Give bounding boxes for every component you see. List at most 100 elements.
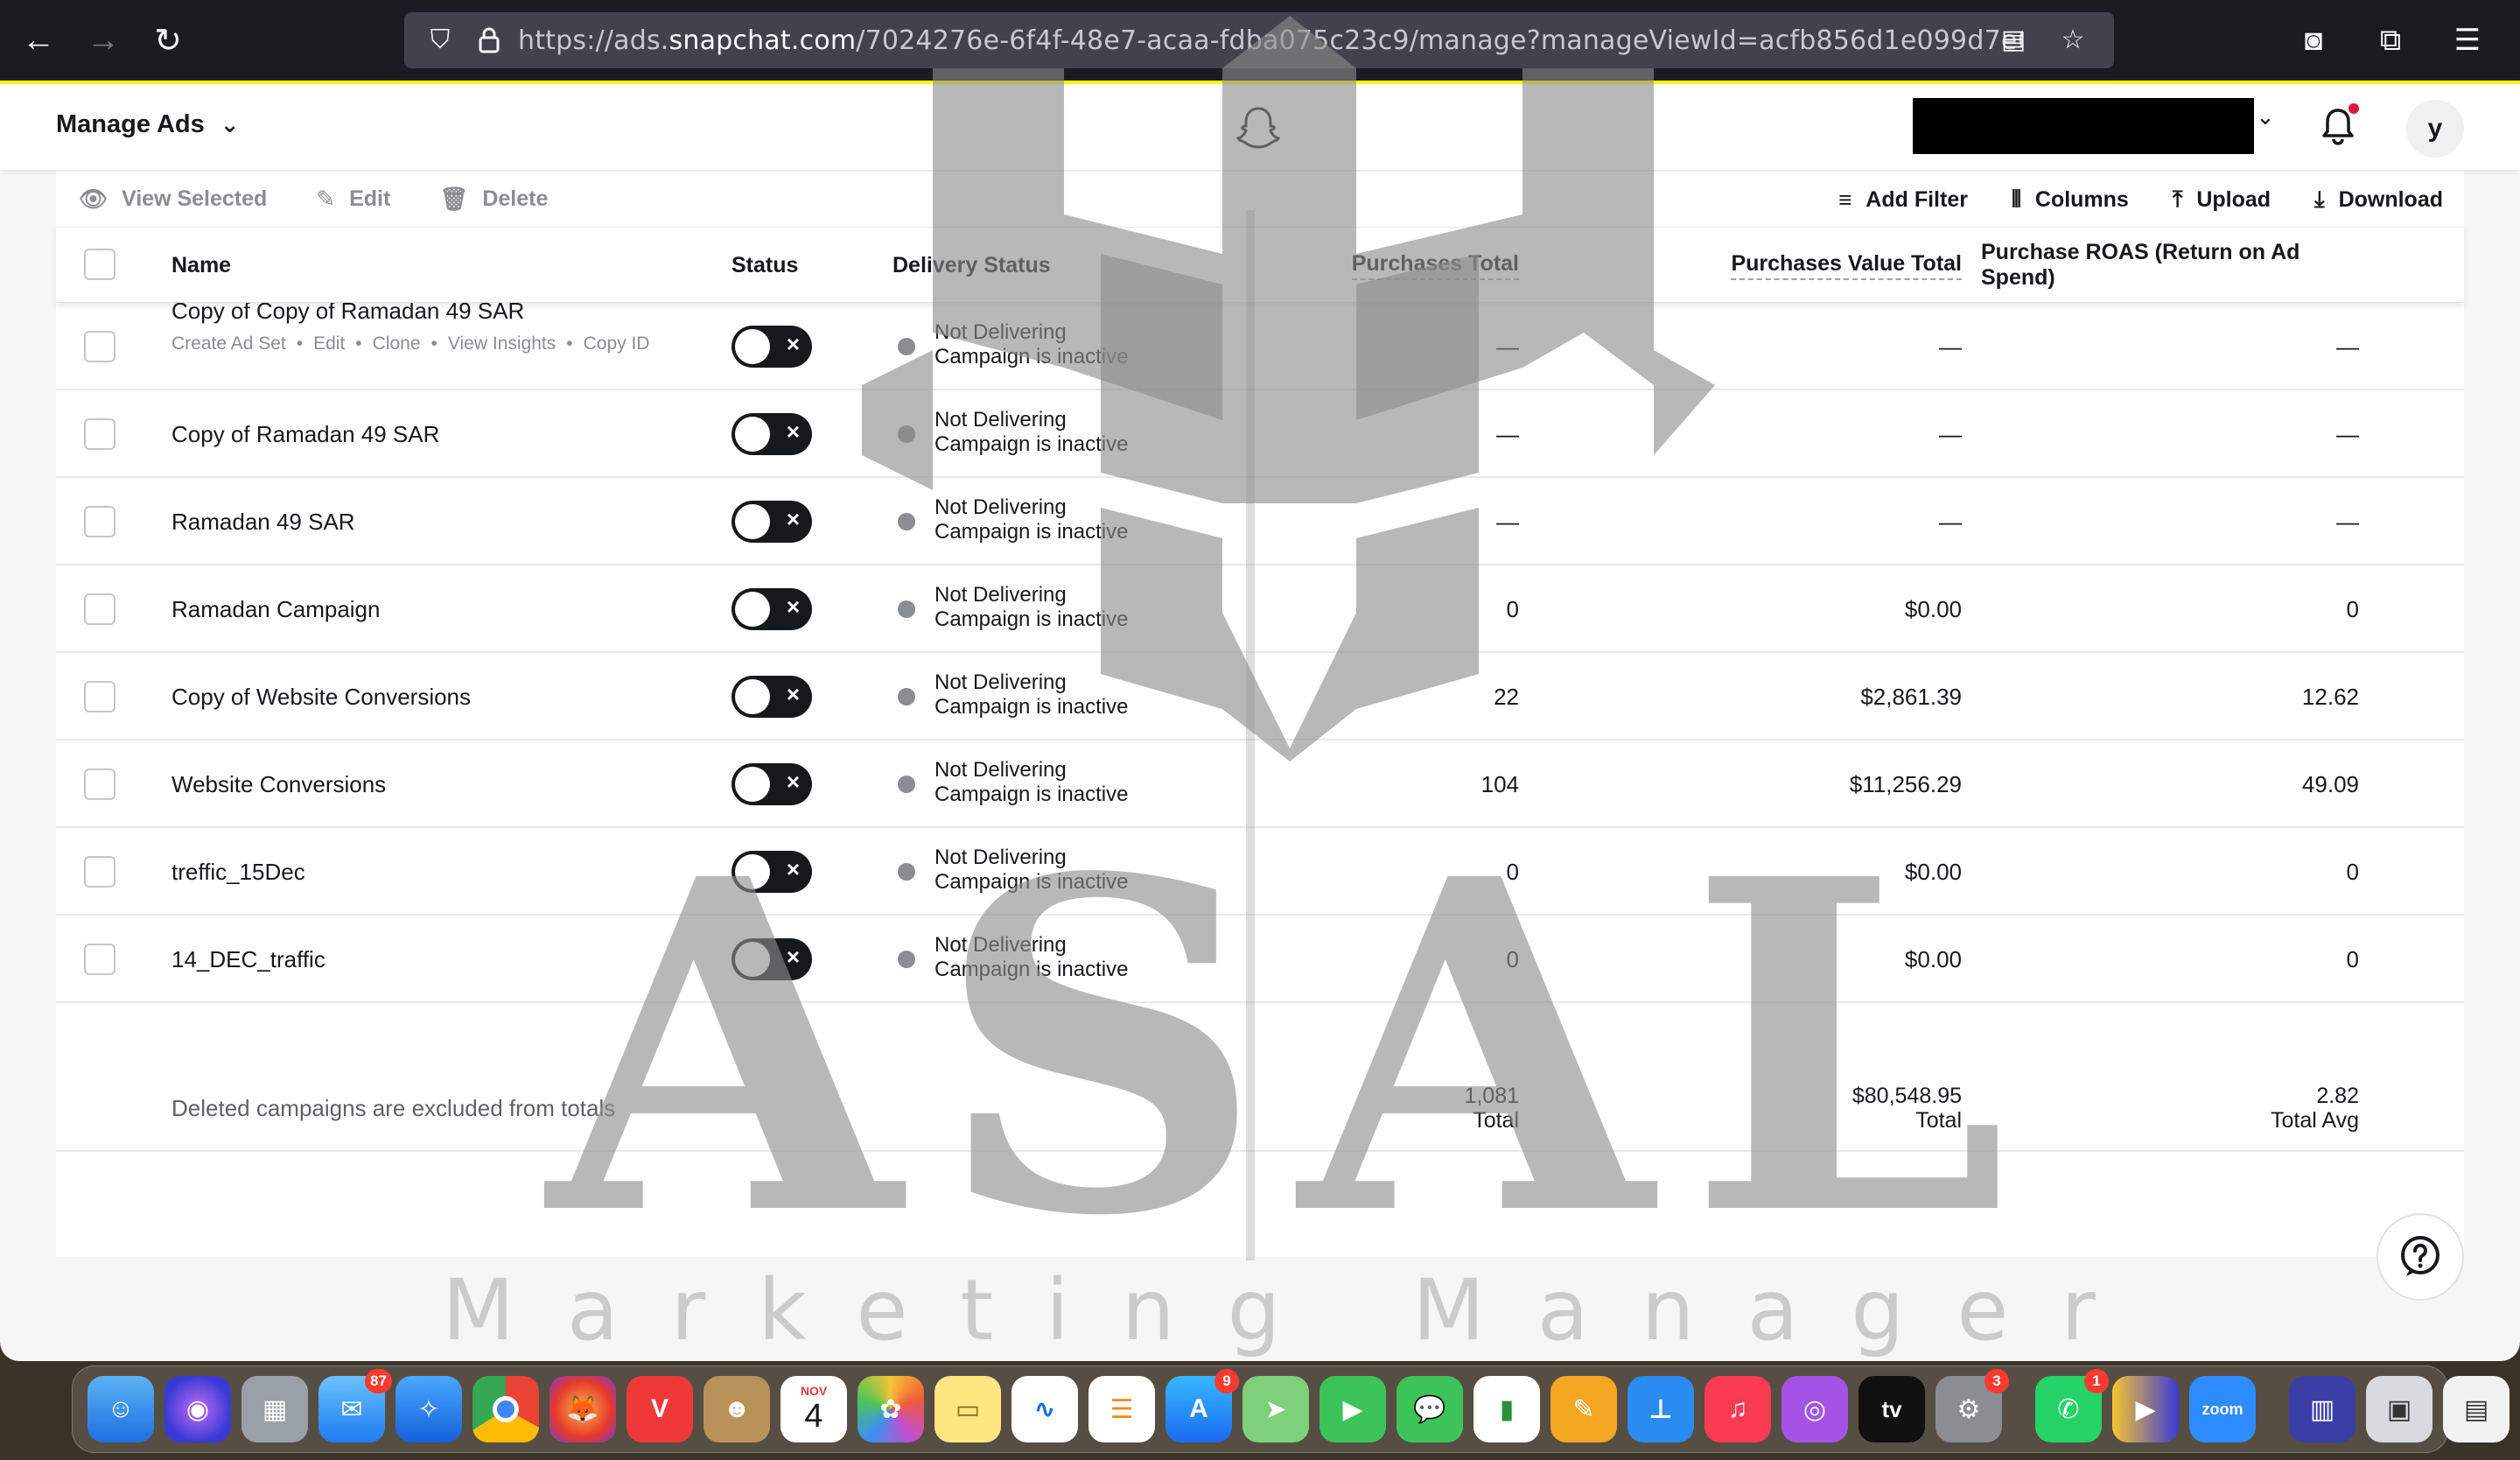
documents-stack-icon[interactable]: ▤ (2443, 1376, 2510, 1442)
launchpad-icon[interactable]: ▦ (242, 1376, 308, 1442)
avatar[interactable]: y (2406, 100, 2464, 158)
status-toggle[interactable]: × (732, 501, 812, 543)
messages-icon[interactable]: 💬 (1396, 1376, 1463, 1442)
select-all-checkbox[interactable] (84, 249, 116, 280)
photos-icon[interactable]: ✿ (858, 1376, 924, 1442)
whatsapp-icon[interactable]: ✆ 1 (2035, 1369, 2109, 1442)
tracking-protection-icon[interactable]: ⛉ (420, 20, 460, 60)
status-toggle[interactable]: × (732, 938, 812, 980)
row-action-link[interactable]: Copy ID (584, 333, 650, 354)
download-button[interactable]: ⤓ Download (2314, 186, 2443, 214)
column-name[interactable]: Name (172, 228, 231, 303)
column-status[interactable]: Status (732, 228, 798, 303)
extensions-icon[interactable]: ⧉ (2364, 14, 2417, 67)
status-toggle[interactable]: × (732, 851, 812, 893)
downloads-stack-icon[interactable]: ▥ (2289, 1376, 2356, 1442)
upload-button[interactable]: ⤒ Upload (2173, 186, 2271, 214)
calendar-icon[interactable]: NOV 4 (780, 1376, 847, 1442)
facetime-icon[interactable]: ▶ (1320, 1376, 1386, 1442)
freeform-icon[interactable]: ∿ (1012, 1376, 1078, 1442)
bookmark-star-icon[interactable]: ☆ (2053, 19, 2093, 60)
menu-icon[interactable]: ☰ (2441, 14, 2494, 67)
mail-icon[interactable]: ✉ 87 (318, 1369, 392, 1442)
keynote-file-icon[interactable]: ▶ (2112, 1376, 2179, 1442)
safari-icon[interactable]: ✧ (396, 1376, 462, 1442)
row-checkbox[interactable] (84, 769, 116, 800)
redacted-account-selector[interactable] (1913, 98, 2254, 154)
row-action-link[interactable]: View Insights (448, 333, 556, 354)
lock-icon[interactable] (469, 20, 509, 60)
status-toggle[interactable]: × (732, 413, 812, 455)
row-checkbox[interactable] (84, 593, 116, 625)
delivery-status-label: Not Delivering (934, 670, 1067, 694)
reader-view-icon[interactable]: ▤ (1993, 19, 2034, 60)
chrome-icon[interactable] (472, 1376, 539, 1442)
reminders-icon[interactable]: ☰ (1088, 1376, 1155, 1442)
finder-icon[interactable]: ☺ (88, 1376, 154, 1442)
table-row[interactable]: Copy of Website Conversions × Not Deliveri… (56, 653, 2464, 741)
campaign-name-link[interactable]: Ramadan Campaign (172, 596, 380, 623)
music-icon[interactable]: ♫ (1704, 1376, 1771, 1442)
status-toggle[interactable]: × (732, 588, 812, 630)
delivery-status-label: Not Delivering (934, 408, 1067, 432)
column-purchases-value-total[interactable]: Purchases Value Total (1596, 228, 1962, 303)
campaign-name-link[interactable]: treffic_15Dec (172, 859, 305, 886)
campaign-name-link[interactable]: Website Conversions (172, 771, 386, 798)
back-icon[interactable]: ← (12, 14, 65, 67)
table-row[interactable]: Ramadan 49 SAR × Not Delivering Campaign is… (56, 478, 2464, 565)
row-checkbox[interactable] (84, 944, 116, 975)
campaign-name-link[interactable]: Ramadan 49 SAR (172, 509, 355, 536)
table-row[interactable]: Copy of Copy of Ramadan 49 SAR Create Ad … (56, 298, 2464, 390)
siri-icon[interactable]: ◉ (164, 1376, 231, 1442)
podcasts-icon[interactable]: ◎ (1782, 1376, 1848, 1442)
zoom-icon[interactable]: zoom (2189, 1376, 2256, 1442)
table-row[interactable]: 14_DEC_traffic × Not Delivering Campaign is… (56, 916, 2464, 1003)
screenshot-stack-icon[interactable]: ▣ (2366, 1376, 2432, 1442)
numbers-icon[interactable]: ▮ (1474, 1376, 1540, 1442)
status-toggle[interactable]: × (732, 676, 812, 718)
row-checkbox[interactable] (84, 331, 116, 362)
address-bar[interactable]: ⛉ https://ads.snapchat.com/7024276e-6f4f… (404, 12, 2114, 68)
table-row[interactable]: Copy of Ramadan 49 SAR × Not Delivering Cam… (56, 390, 2464, 478)
edit-button[interactable]: ✎ Edit (316, 186, 390, 213)
vivaldi-icon[interactable]: V (626, 1376, 693, 1442)
row-checkbox[interactable] (84, 418, 116, 450)
keynote-icon[interactable]: ⊥ (1628, 1376, 1694, 1442)
campaign-name-link[interactable]: 14_DEC_traffic (172, 946, 326, 973)
notes-icon[interactable]: ▭ (934, 1376, 1001, 1442)
row-checkbox[interactable] (84, 506, 116, 537)
row-checkbox[interactable] (84, 681, 116, 712)
help-button[interactable] (2376, 1213, 2464, 1301)
column-purchases-total[interactable]: Purchases Total (1264, 228, 1519, 303)
maps-icon[interactable]: ➤ (1242, 1376, 1309, 1442)
reload-icon[interactable]: ↻ (142, 14, 194, 67)
column-purchase-roas[interactable]: Purchase ROAS (Return on Ad Spend) (1981, 228, 2359, 303)
contacts-icon[interactable]: ☻ (704, 1376, 770, 1442)
row-action-link[interactable]: Edit (313, 333, 345, 354)
system-settings-icon[interactable]: ⚙ 3 (1936, 1369, 2009, 1442)
snapchat-ghost-icon[interactable] (1236, 105, 1281, 151)
delete-button[interactable]: 🗑 Delete (439, 186, 548, 213)
table-row[interactable]: Ramadan Campaign × Not Delivering Campaign … (56, 565, 2464, 653)
account-chevron-icon[interactable]: ⌄ (2256, 103, 2275, 130)
pages-icon[interactable]: ✎ (1550, 1376, 1617, 1442)
apple-tv-icon[interactable]: tv (1858, 1376, 1925, 1442)
row-action-link[interactable]: Clone (373, 333, 421, 354)
campaign-name-link[interactable]: Copy of Ramadan 49 SAR (172, 421, 439, 448)
add-filter-button[interactable]: ≡ Add Filter (1838, 186, 1968, 214)
status-toggle[interactable]: × (732, 326, 812, 368)
columns-button[interactable]: ⫴ Columns (2012, 186, 2129, 214)
row-action-link[interactable]: Create Ad Set (172, 333, 286, 354)
pocket-icon[interactable]: ◙ (2287, 14, 2340, 67)
view-selected-button[interactable]: 👁 View Selected (79, 186, 267, 213)
column-delivery-status[interactable]: Delivery Status (892, 228, 1051, 303)
forward-icon[interactable]: → (77, 14, 130, 67)
row-checkbox[interactable] (84, 856, 116, 888)
app-store-icon[interactable]: A9 (1166, 1369, 1239, 1442)
campaign-name-link[interactable]: Copy of Website Conversions (172, 684, 471, 711)
firefox-icon[interactable]: 🦊 (550, 1376, 616, 1442)
status-toggle[interactable]: × (732, 763, 812, 805)
table-row[interactable]: Website Conversions × Not Delivering Campai… (56, 741, 2464, 828)
manage-ads-dropdown[interactable]: Manage Ads ⌄ (56, 110, 240, 139)
table-row[interactable]: treffic_15Dec × Not Delivering Campaign is … (56, 828, 2464, 916)
